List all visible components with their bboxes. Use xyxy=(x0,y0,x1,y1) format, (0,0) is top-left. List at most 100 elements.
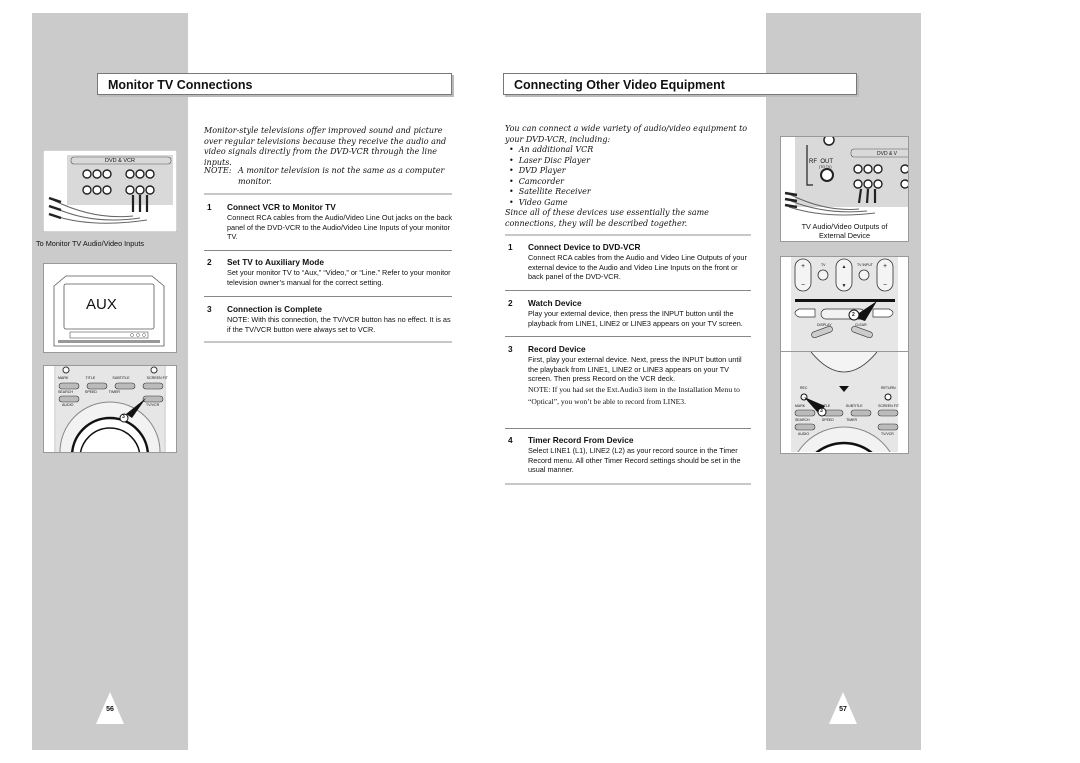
remote-figure-right-bottom: REC RETURN MARK TITLE SUBTITLE SCREEN FI… xyxy=(780,352,909,454)
step-number: 3 xyxy=(508,344,513,354)
step-note: NOTE: If you had set the Ext.Audio3 item… xyxy=(528,385,740,406)
tv-aux-figure: AUX xyxy=(43,263,177,353)
left-step-1: 1 Connect VCR to Monitor TV Connect RCA … xyxy=(207,202,453,243)
step-body: Connect RCA cables from the Audio and Vi… xyxy=(528,253,747,282)
label-title: TITLE xyxy=(85,376,96,380)
page-number-left: 56 xyxy=(106,706,114,713)
remote-row1-labels: MARK TITLE SUBTITLE SCREEN FIT xyxy=(795,404,899,408)
step-title: Timer Record From Device xyxy=(528,435,634,445)
step-body: First, play your external device. Next, … xyxy=(528,355,742,384)
label-screen-fit: SCREEN FIT xyxy=(146,376,168,380)
label-subtitle: SUBTITLE xyxy=(845,404,863,408)
left-page-title: Monitor TV Connections xyxy=(97,73,452,95)
tv-input-label: TV INPUT xyxy=(857,263,873,267)
step-body: Set your monitor TV to “Aux,” “Video,” o… xyxy=(227,268,451,287)
label-screen-fit: SCREEN FIT xyxy=(878,404,899,408)
step-number: 2 xyxy=(207,257,212,267)
remote-figure-left: MARK TITLE SUBTITLE SCREEN FIT SEARCH SP… xyxy=(43,365,177,453)
label-audio: AUDIO xyxy=(798,432,810,436)
rear-panel-caption: To Monitor TV Audio/Video Inputs xyxy=(36,239,145,248)
right-intro: You can connect a wide variety of audio/… xyxy=(505,124,755,229)
remote-row2-labels: SEARCH SPEED TIMER xyxy=(795,418,857,422)
display-label: DISPLAY xyxy=(817,323,832,327)
label-tv-vcr: TV/VCR xyxy=(146,403,160,407)
svg-text:▲: ▲ xyxy=(842,264,847,270)
step-body: NOTE: With this connection, the TV/VCR b… xyxy=(227,315,451,334)
divider xyxy=(505,290,751,291)
page-number-right: 57 xyxy=(839,706,847,713)
right-step-3: 3 Record Device First, play your externa… xyxy=(508,344,752,425)
divider xyxy=(204,193,452,195)
callout-number: 3 xyxy=(820,408,823,414)
external-device-panel-figure: RF OUT (TO TV) DVD & V TV Audio/Video Ou… xyxy=(780,136,909,242)
divider xyxy=(505,336,751,337)
left-note: NOTE: A monitor television is not the sa… xyxy=(204,166,454,187)
step-number: 2 xyxy=(508,298,513,308)
callout-number: 2 xyxy=(852,312,855,318)
divider xyxy=(505,428,751,429)
right-step-2: 2 Watch Device Play your external device… xyxy=(508,298,752,329)
right-intro-tail: Since all of these devices use essential… xyxy=(505,208,709,228)
remote-button-labels: MARK TITLE SUBTITLE SCREEN FIT xyxy=(58,376,168,380)
right-intro-text: You can connect a wide variety of audio/… xyxy=(505,124,748,144)
note-text: A monitor television is not the same as … xyxy=(238,166,445,186)
right-step-1: 1 Connect Device to DVD-VCR Connect RCA … xyxy=(508,242,752,283)
svg-text:−: − xyxy=(801,282,805,289)
note-label: NOTE: xyxy=(204,166,232,175)
device-item: Satellite Receiver xyxy=(509,187,755,198)
step-title: Connect Device to DVD-VCR xyxy=(528,242,641,252)
right-step-4: 4 Timer Record From Device Select LINE1 … xyxy=(508,435,752,476)
step-title: Watch Device xyxy=(528,298,582,308)
remote-button-labels-row2: SEARCH SPEED TIMER xyxy=(58,390,120,394)
rec-label: REC xyxy=(800,386,808,390)
step-number: 4 xyxy=(508,435,513,445)
divider xyxy=(204,250,452,251)
label-timer: TIMER xyxy=(108,390,120,394)
left-step-3: 3 Connection is Complete NOTE: With this… xyxy=(207,304,453,335)
right-page-title: Connecting Other Video Equipment xyxy=(503,73,857,95)
divider xyxy=(204,296,452,297)
remote-figure-right-top: + − + − ▲ ▼ TV TV INPUT DISPLAY CLEAR 2 xyxy=(780,256,909,352)
left-step-2: 2 Set TV to Auxiliary Mode Set your moni… xyxy=(207,257,453,288)
svg-text:+: + xyxy=(801,263,805,270)
step-body: Select LINE1 (L1), LINE2 (L2) as your re… xyxy=(528,446,741,475)
device-item: Video Game xyxy=(509,198,755,209)
step-title: Connect VCR to Monitor TV xyxy=(227,202,336,212)
callout-number: 3 xyxy=(122,414,125,420)
step-title: Set TV to Auxiliary Mode xyxy=(227,257,324,267)
label-audio: AUDIO xyxy=(62,403,74,407)
caption-line-2: External Device xyxy=(818,231,871,240)
divider xyxy=(505,483,751,485)
device-item: Camcorder xyxy=(509,177,755,188)
return-label: RETURN xyxy=(881,386,896,390)
label-mark: MARK xyxy=(795,404,806,408)
device-item: Laser Disc Player xyxy=(509,156,755,167)
label-search: SEARCH xyxy=(58,390,73,394)
clear-label: CLEAR xyxy=(855,323,867,327)
divider xyxy=(505,234,751,236)
svg-text:−: − xyxy=(883,282,887,289)
step-body: Connect RCA cables from the Audio/Video … xyxy=(227,213,452,242)
tv-label: TV xyxy=(821,263,826,267)
step-number: 1 xyxy=(508,242,513,252)
rear-panel-label: DVD & VCR xyxy=(105,158,135,164)
svg-text:+: + xyxy=(883,263,887,270)
label-mark: MARK xyxy=(58,376,69,380)
remote-illustration xyxy=(791,352,899,452)
rear-panel-figure: DVD & VCR To Monitor TV Audio/Video Inpu… xyxy=(36,149,178,248)
label-tv-vcr: TV/VCR xyxy=(881,432,894,436)
svg-text:▼: ▼ xyxy=(842,283,847,289)
rear-panel-illustration xyxy=(784,137,908,216)
device-item: An additional VCR xyxy=(509,145,755,156)
tv-screen-text: AUX xyxy=(86,296,117,313)
step-title: Connection is Complete xyxy=(227,304,322,314)
step-number: 3 xyxy=(207,304,212,314)
label-speed: SPEED xyxy=(84,390,97,394)
left-intro-text: Monitor-style televisions offer improved… xyxy=(204,126,447,167)
label-subtitle: SUBTITLE xyxy=(112,376,130,380)
rf-out-sublabel: (TO TV) xyxy=(819,165,832,169)
left-intro: Monitor-style televisions offer improved… xyxy=(204,126,454,168)
device-list: An additional VCR Laser Disc Player DVD … xyxy=(505,145,755,208)
label-speed: SPEED xyxy=(821,418,834,422)
caption-line-1: TV Audio/Video Outputs of xyxy=(801,222,888,231)
